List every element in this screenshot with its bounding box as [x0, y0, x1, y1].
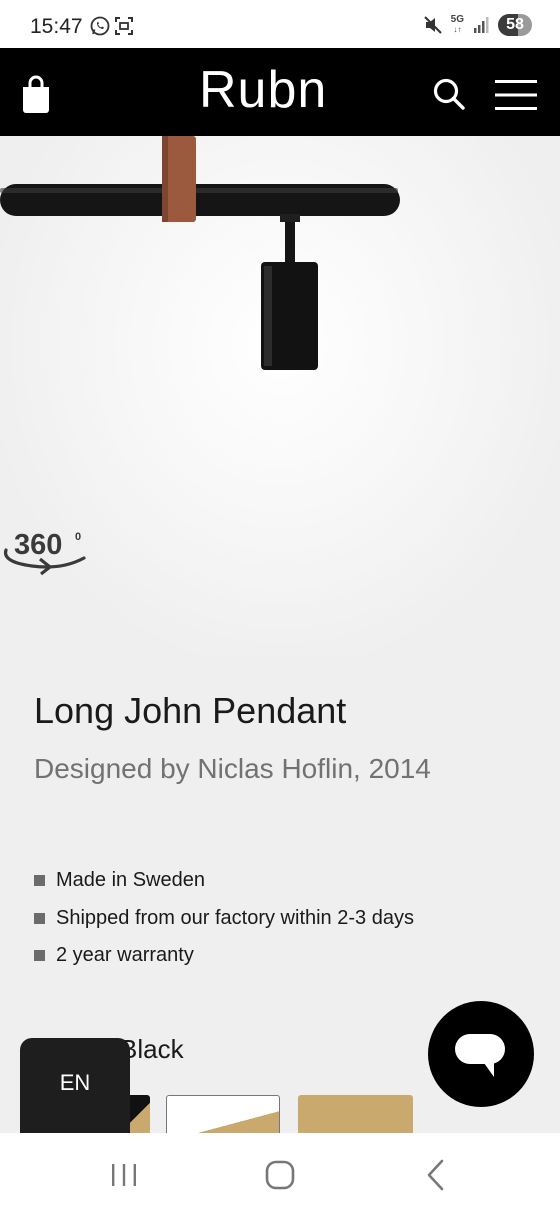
site-header: Rubn: [0, 48, 560, 136]
feature-item: Shipped from our factory within 2-3 days: [34, 900, 414, 938]
brand-logo[interactable]: Rubn: [199, 60, 327, 120]
chat-button[interactable]: [428, 1001, 534, 1107]
feature-item: 2 year warranty: [34, 937, 414, 975]
360-label: 360: [14, 529, 62, 561]
hamburger-menu-icon[interactable]: [495, 80, 537, 110]
bullet-icon: [34, 875, 45, 887]
bullet-icon: [34, 950, 45, 962]
feature-item: Made in Sweden: [34, 862, 414, 900]
rotate-360-icon[interactable]: 360 0: [0, 526, 90, 578]
search-icon[interactable]: [432, 77, 466, 111]
status-time: 15:47: [30, 15, 83, 38]
back-icon[interactable]: [425, 1159, 445, 1191]
home-icon[interactable]: [265, 1160, 295, 1190]
recent-apps-icon[interactable]: [110, 1163, 138, 1187]
status-bar: 15:47 5G ↓↑ 58: [0, 0, 560, 48]
mute-icon: [423, 16, 442, 34]
product-image[interactable]: 360 0: [0, 136, 560, 656]
chat-bubble-icon: [455, 1034, 505, 1077]
status-indicators: 5G ↓↑ 58: [423, 14, 532, 36]
product-title: Long John Pendant: [34, 690, 347, 731]
system-nav-bar: [0, 1133, 560, 1213]
battery-indicator: 58: [498, 14, 532, 36]
network-type: 5G ↓↑: [450, 14, 464, 35]
screenshot-icon: [115, 17, 133, 35]
whatsapp-icon: [90, 16, 110, 36]
product-features: Made in Sweden Shipped from our factory …: [34, 862, 414, 975]
signal-icon: [474, 17, 489, 33]
pendant-lamp-illustration: [0, 136, 400, 370]
language-button[interactable]: EN: [20, 1038, 130, 1138]
product-designer: Designed by Niclas Hoflin, 2014: [34, 753, 431, 784]
bullet-icon: [34, 912, 45, 924]
language-label: EN: [59, 1070, 91, 1095]
360-degree-mark: 0: [75, 531, 81, 543]
shopping-bag-icon[interactable]: [21, 74, 51, 114]
